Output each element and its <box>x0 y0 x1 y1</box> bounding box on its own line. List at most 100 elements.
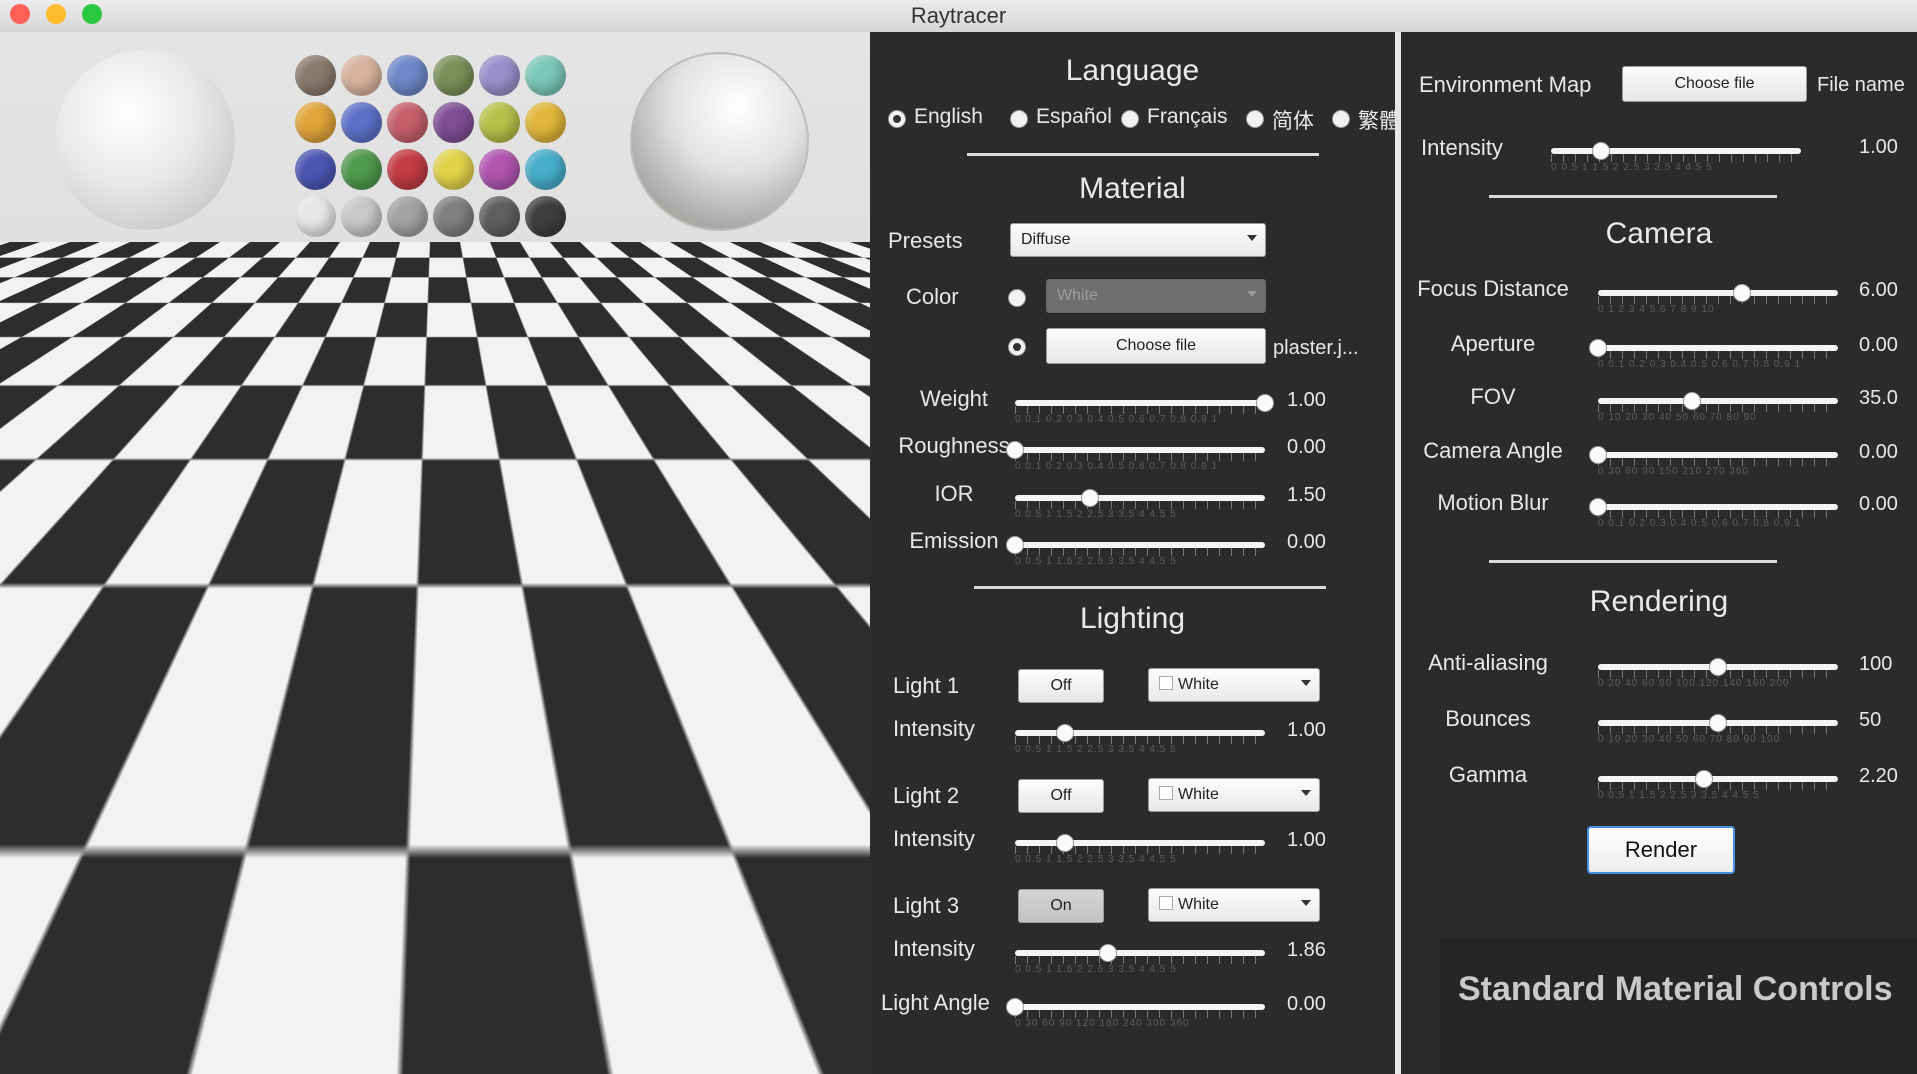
material-swatch[interactable]: #c23b45 <box>387 149 428 190</box>
material-swatch[interactable]: #a3a3a3 <box>387 196 428 237</box>
light-1-intensity-slider[interactable]: 0 0.5 1 1.5 2 2.5 3 3.5 4 4.5 5 <box>1015 722 1265 762</box>
material-swatch[interactable]: #4a56b2 <box>295 149 336 190</box>
slider-knob[interactable] <box>1056 834 1074 852</box>
slider-scale: 0 20 40 60 80 100 120 140 160 200 <box>1598 678 1790 689</box>
slider-knob[interactable] <box>1081 489 1099 507</box>
slider-knob[interactable] <box>1589 446 1607 464</box>
material-swatch[interactable]: #e7e7e7 <box>295 196 336 237</box>
material-swatch[interactable]: #3e3e3e <box>525 196 566 237</box>
camera-camera-angle-slider[interactable]: 0 30 60 90 150 210 270 360 <box>1589 444 1838 484</box>
divider <box>967 153 1319 156</box>
slider-knob[interactable] <box>1006 536 1024 554</box>
material-emission-slider[interactable]: 0 0.5 1 1.5 2 2.5 3 3.5 4 4.5 5 <box>1006 534 1265 574</box>
light-3-color-dropdown[interactable]: White <box>1148 888 1320 922</box>
camera-camera-angle-label: Camera Angle <box>1423 438 1563 463</box>
slider-knob[interactable] <box>1589 498 1607 516</box>
light-3-intensity-slider[interactable]: 0 0.5 1 1.5 2 2.5 3 3.5 4 4.5 5 <box>1015 942 1265 982</box>
language-radio-1[interactable] <box>1010 110 1028 128</box>
light-2-intensity-slider[interactable]: 0 0.5 1 1.5 2 2.5 3 3.5 4 4.5 5 <box>1015 832 1265 872</box>
render-button[interactable]: Render <box>1587 826 1735 874</box>
language-option-label[interactable]: 繁體 <box>1358 105 1400 135</box>
material-swatch[interactable]: #5f5f5f <box>479 196 520 237</box>
material-swatch[interactable]: #e2b63c <box>525 102 566 143</box>
environment-choose-file-button[interactable]: Choose file <box>1622 66 1807 102</box>
slider-knob[interactable] <box>1709 658 1727 676</box>
light-2-toggle[interactable]: Off <box>1018 779 1104 813</box>
material-swatch[interactable]: #b155b0 <box>479 149 520 190</box>
material-swatch[interactable]: #7cc9b8 <box>525 55 566 96</box>
texture-file-radio[interactable] <box>1008 338 1026 356</box>
environment-map-label: Environment Map <box>1419 72 1592 97</box>
presets-dropdown[interactable]: Diffuse <box>1010 223 1266 257</box>
material-roughness-slider[interactable]: 0 0.1 0.2 0.3 0.4 0.5 0.6 0.7 0.8 0.9 1 <box>1006 439 1265 479</box>
environment-preview-sphere <box>630 52 809 231</box>
rendering-gamma-value: 2.20 <box>1859 765 1898 787</box>
slider-knob[interactable] <box>1056 724 1074 742</box>
slider-knob[interactable] <box>1589 339 1607 357</box>
light-1-label: Light 1 <box>893 673 960 698</box>
chevron-down-icon <box>1247 235 1257 241</box>
slider-knob[interactable] <box>1592 142 1610 160</box>
material-weight-slider[interactable]: 0 0.1 0.2 0.3 0.4 0.5 0.6 0.7 0.8 0.9 1 <box>1015 392 1274 432</box>
color-swatch-radio[interactable] <box>1008 289 1026 307</box>
language-radio-0[interactable] <box>888 110 906 128</box>
camera-aperture-slider[interactable]: 0 0.1 0.2 0.3 0.4 0.5 0.6 0.7 0.8 0.9 1 <box>1589 337 1838 377</box>
light-2-color-dropdown[interactable]: White <box>1148 778 1320 812</box>
material-swatch[interactable]: #8a7a6c <box>295 55 336 96</box>
light-1-intensity-value: 1.00 <box>1287 719 1326 741</box>
slider-scale: 0 0.1 0.2 0.3 0.4 0.5 0.6 0.7 0.8 0.9 1 <box>1598 359 1802 370</box>
material-swatch[interactable]: #7b8f5a <box>433 55 474 96</box>
language-option-label[interactable]: Español <box>1036 105 1112 129</box>
environment-intensity-slider[interactable]: 0 0.5 1 1.5 2 2.5 3 3.5 4 4.5 5 <box>1551 140 1801 180</box>
light-1-color-dropdown[interactable]: White <box>1148 668 1320 702</box>
slider-knob[interactable] <box>1733 284 1751 302</box>
camera-focus-distance-slider[interactable]: 0 1 2 3 4 5 6 7 8 9 10 <box>1598 282 1838 322</box>
language-option-label[interactable]: English <box>914 105 983 129</box>
light-angle-slider[interactable]: 0 30 60 90 120 180 240 300 360 <box>1006 996 1265 1036</box>
camera-fov-slider[interactable]: 0 10 20 30 40 50 60 70 80 90 <box>1598 390 1838 430</box>
language-radio-4[interactable] <box>1332 110 1350 128</box>
material-ior-slider[interactable]: 0 0.5 1 1.5 2 2.5 3 3.5 4 4.5 5 <box>1015 487 1265 527</box>
rendering-bounces-slider[interactable]: 0 10 20 30 40 50 60 70 80 90 100 <box>1598 712 1838 752</box>
material-swatch[interactable]: #7f7f7f <box>433 196 474 237</box>
material-swatch[interactable]: #9890cc <box>479 55 520 96</box>
material-swatch[interactable]: #7e4e95 <box>433 102 474 143</box>
rendering-gamma-slider[interactable]: 0 0.5 1 1.5 2 2.5 3 3.5 4 4.5 5 <box>1598 768 1838 808</box>
material-swatch[interactable]: #c8c8c8 <box>341 196 382 237</box>
language-option-label[interactable]: Français <box>1147 105 1228 129</box>
presets-value: Diffuse <box>1021 231 1071 248</box>
slider-knob[interactable] <box>1006 998 1024 1016</box>
material-ior-value: 1.50 <box>1287 484 1326 506</box>
slider-scale: 0 0.5 1 1.5 2 2.5 3 3.5 4 4.5 5 <box>1015 509 1177 520</box>
slider-knob[interactable] <box>1006 441 1024 459</box>
camera-fov-label: FOV <box>1470 384 1516 409</box>
slider-knob[interactable] <box>1099 944 1117 962</box>
slider-knob[interactable] <box>1709 714 1727 732</box>
language-radio-2[interactable] <box>1121 110 1139 128</box>
material-swatch[interactable]: #e0a43a <box>295 102 336 143</box>
slider-knob[interactable] <box>1682 392 1701 410</box>
slider-knob[interactable] <box>1256 394 1274 412</box>
camera-motion-blur-slider[interactable]: 0 0.1 0.2 0.3 0.4 0.5 0.6 0.7 0.8 0.9 1 <box>1589 496 1838 536</box>
light-1-toggle[interactable]: Off <box>1018 669 1104 703</box>
color-dropdown[interactable]: White <box>1046 279 1266 313</box>
material-swatch[interactable]: #d8b3a0 <box>341 55 382 96</box>
light-3-toggle[interactable]: On <box>1018 889 1104 923</box>
slider-knob[interactable] <box>1694 770 1713 788</box>
divider <box>1489 560 1777 563</box>
material-swatch[interactable]: #4f9a4e <box>341 149 382 190</box>
material-swatch[interactable]: #e0d34a <box>433 149 474 190</box>
environment-file-name: File name <box>1817 74 1905 96</box>
material-swatch[interactable]: #b5c24a <box>479 102 520 143</box>
render-viewport[interactable]: #8a7a6c#d8b3a0#6f87c8#7b8f5a#9890cc#7cc9… <box>0 32 870 1074</box>
material-swatch[interactable]: #6f87c8 <box>387 55 428 96</box>
material-swatch[interactable]: #5e70c9 <box>341 102 382 143</box>
language-option-label[interactable]: 简体 <box>1272 105 1314 135</box>
rendering-gamma-label: Gamma <box>1448 762 1528 787</box>
rendering-anti-aliasing-slider[interactable]: 0 20 40 60 80 100 120 140 160 200 <box>1598 656 1838 696</box>
language-radio-3[interactable] <box>1246 110 1264 128</box>
material-swatch[interactable]: #c5606a <box>387 102 428 143</box>
material-choose-file-button[interactable]: Choose file <box>1046 328 1266 364</box>
material-swatch[interactable]: #47aecb <box>525 149 566 190</box>
lighting-heading: Lighting <box>1079 602 1186 635</box>
